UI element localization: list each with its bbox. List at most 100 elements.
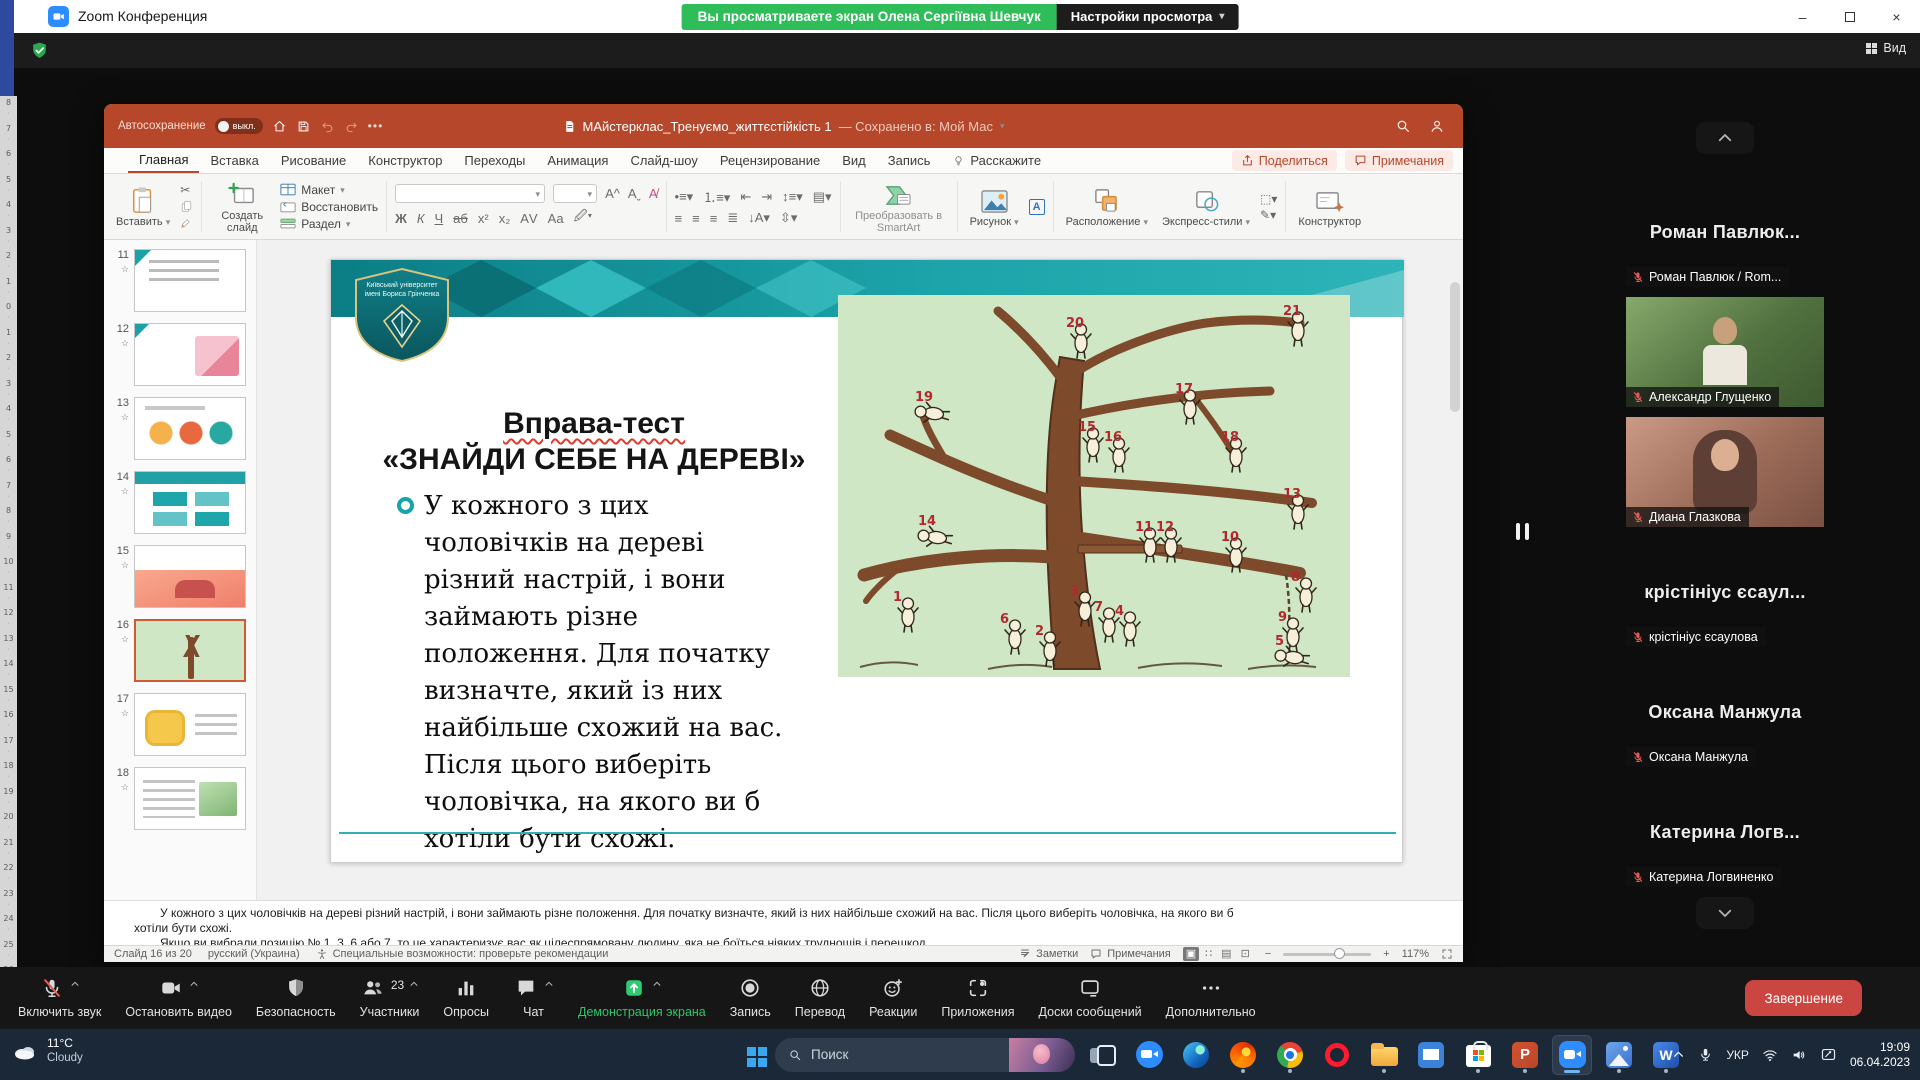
ribbon-tab-7[interactable]: Слайд-шоу [619, 148, 708, 173]
end-meeting-button[interactable]: Завершение [1745, 980, 1862, 1016]
toolbar-camera-button[interactable]: Остановить видео [113, 967, 244, 1029]
align-left-button[interactable]: ≡ [675, 211, 683, 226]
strikethrough-button[interactable]: аб [453, 211, 468, 226]
format-painter-icon[interactable] [180, 217, 193, 230]
participant-tile[interactable]: крістініус єсаул...крістініус єсаулова [1626, 537, 1824, 647]
taskbar-app-opera[interactable] [1317, 1035, 1357, 1075]
align-center-button[interactable]: ≡ [692, 211, 700, 226]
thumbnail-preview[interactable] [134, 693, 246, 756]
participant-tile[interactable]: Александр Глущенко [1626, 297, 1824, 407]
thumbnail-preview[interactable] [134, 471, 246, 534]
saved-status-caret[interactable]: ▾ [1000, 121, 1005, 132]
bullets-button[interactable]: •≡▾ [675, 189, 694, 205]
maximize-button[interactable] [1826, 0, 1873, 33]
hidden-icons-chevron[interactable] [1672, 1048, 1685, 1061]
kerning-button[interactable]: АV [520, 211, 537, 226]
taskbar-app-zoomapp[interactable] [1552, 1035, 1592, 1075]
slide-thumbnail-15[interactable]: 15☆ [108, 545, 256, 608]
taskbar-app-store[interactable] [1458, 1035, 1498, 1075]
align-right-button[interactable]: ≡ [710, 211, 718, 226]
ribbon-tab-2[interactable]: Вставка [199, 148, 269, 173]
paste-button[interactable]: Вставить ▾ [112, 186, 174, 228]
bold-button[interactable]: Ж [395, 211, 407, 226]
taskbar-app-task-view[interactable] [1082, 1035, 1122, 1075]
ribbon-tab-10[interactable]: Запись [877, 148, 942, 173]
change-case-button[interactable]: Аа [548, 211, 564, 226]
designer-button[interactable]: Конструктор [1294, 186, 1365, 228]
toolbar-globe-button[interactable]: Перевод [783, 967, 857, 1029]
participant-tile[interactable]: Катерина Логв...Катерина Логвиненко [1626, 777, 1824, 887]
taskbar-app-explorer[interactable] [1364, 1035, 1404, 1075]
toolbar-more-button[interactable]: Дополнительно [1154, 967, 1268, 1029]
thumbnail-preview[interactable] [134, 767, 246, 830]
decrease-font-icon[interactable]: Аˬ [628, 186, 641, 201]
textbox-button[interactable]: А [1029, 199, 1045, 215]
align-text-button[interactable]: ⇳▾ [780, 210, 797, 226]
highlight-pen-icon[interactable]: 🖉▾ [574, 207, 593, 229]
comments-button[interactable]: Примечания [1345, 150, 1453, 171]
clear-format-icon[interactable]: А̸ [649, 186, 658, 201]
slide-thumbnail-14[interactable]: 14☆ [108, 471, 256, 534]
toolbar-people-button[interactable]: 23Участники [348, 967, 432, 1029]
ribbon-tab-6[interactable]: Анимация [536, 148, 619, 173]
notes-pane[interactable]: У кожного з цих чоловічків на дереві різ… [104, 900, 1463, 945]
slide-thumbnail-16[interactable]: 16☆ [108, 619, 256, 682]
text-direction-button[interactable]: ↓А▾ [748, 210, 770, 226]
save-icon[interactable] [296, 119, 311, 134]
slide-canvas[interactable]: Київський університет імені Бориса Грінч… [330, 259, 1403, 863]
section-button[interactable]: Раздел▾ [280, 217, 378, 231]
reading-view-button[interactable]: ▤ [1218, 947, 1234, 961]
tray-mic-icon[interactable] [1698, 1047, 1713, 1062]
justify-button[interactable]: ≣ [727, 210, 738, 226]
taskbar-clock[interactable]: 19:09 06.04.2023 [1850, 1040, 1910, 1070]
zoom-slider[interactable] [1283, 953, 1371, 956]
toolbar-mic-muted-button[interactable]: Включить звук [6, 967, 113, 1029]
toolbar-share-screen-button[interactable]: Демонстрация экрана [566, 967, 718, 1029]
ribbon-tab-3[interactable]: Рисование [270, 148, 357, 173]
participant-tile[interactable]: Роман Павлюк...Роман Павлюк / Rom... [1626, 177, 1824, 287]
font-name-select[interactable]: ▾ [395, 184, 545, 203]
weather-widget[interactable]: 11°CCloudy [12, 1036, 83, 1066]
fit-slide-button[interactable] [1441, 948, 1453, 960]
ribbon-tab-11[interactable]: Расскажите [941, 148, 1052, 173]
toolbar-whiteboard-button[interactable]: Доски сообщений [1027, 967, 1154, 1029]
ribbon-tab-1[interactable]: Главная [128, 148, 199, 173]
picture-button[interactable]: Рисунок ▾ [966, 186, 1023, 228]
thumbnail-preview[interactable] [134, 545, 246, 608]
share-button[interactable]: Поделиться [1232, 150, 1337, 171]
slideshow-view-button[interactable]: ⊡ [1238, 947, 1253, 961]
taskbar-app-mail[interactable] [1411, 1035, 1451, 1075]
slide-sorter-view-button[interactable]: ∷ [1202, 947, 1215, 961]
columns-button[interactable]: ▤▾ [813, 189, 832, 205]
accessibility-status[interactable]: Специальные возможности: проверьте реком… [316, 948, 609, 960]
autosave-toggle[interactable]: выкл. [215, 118, 263, 134]
ribbon-tab-4[interactable]: Конструктор [357, 148, 453, 173]
volume-icon[interactable] [1791, 1047, 1807, 1063]
slide-thumbnail-11[interactable]: 11☆ [108, 249, 256, 312]
toolbar-chat-button[interactable]: Чат [501, 967, 566, 1029]
font-size-select[interactable]: ▾ [553, 184, 597, 203]
zoom-out-button[interactable]: − [1265, 948, 1271, 960]
participant-tile[interactable]: Оксана МанжулаОксана Манжула [1626, 657, 1824, 767]
underline-button[interactable]: Ч [435, 211, 444, 226]
layout-button[interactable]: Макет▾ [280, 183, 378, 197]
taskbar-search[interactable]: Поиск [775, 1038, 1075, 1072]
slide-thumbnail-12[interactable]: 12☆ [108, 323, 256, 386]
taskbar-app-powerpoint[interactable]: P [1505, 1035, 1545, 1075]
smartart-button[interactable]: Преобразовать в SmartArt [849, 180, 949, 234]
slide-thumbnail-18[interactable]: 18☆ [108, 767, 256, 830]
increase-indent-button[interactable]: ⇥ [761, 189, 772, 205]
ribbon-tab-9[interactable]: Вид [831, 148, 877, 173]
quick-styles-button[interactable]: Экспресс-стили ▾ [1158, 186, 1254, 228]
shape-fill-icon[interactable]: ⬚▾ [1260, 193, 1277, 205]
redo-icon[interactable] [344, 119, 359, 134]
language-indicator[interactable]: УКР [1726, 1048, 1749, 1062]
thumbnail-preview[interactable] [134, 619, 246, 682]
ppt-account-icon[interactable] [1429, 118, 1445, 134]
line-spacing-button[interactable]: ↕≡▾ [782, 189, 803, 205]
taskbar-app-chat[interactable] [1129, 1035, 1169, 1075]
superscript-button[interactable]: х² [478, 211, 489, 226]
arrange-button[interactable]: Расположение ▾ [1062, 186, 1152, 228]
view-button[interactable]: Вид [1866, 41, 1906, 55]
copy-icon[interactable] [180, 200, 193, 213]
